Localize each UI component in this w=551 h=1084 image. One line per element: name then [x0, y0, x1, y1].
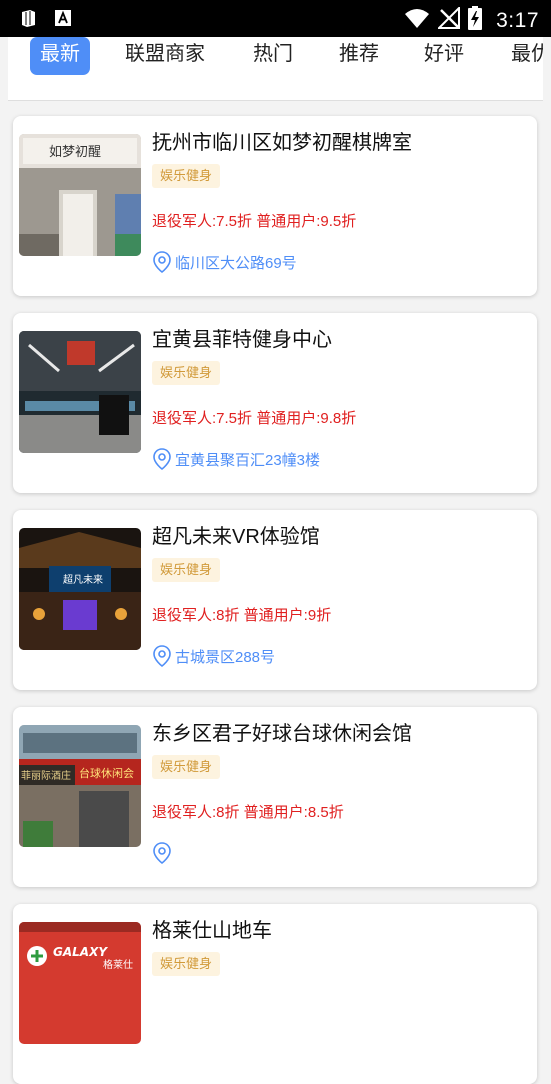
location-pin-icon: [153, 448, 171, 471]
discount-text: 退役军人:7.5折 普通用户:9.5折: [152, 213, 357, 230]
category-tag: 娱乐健身: [152, 361, 221, 385]
no-signal-icon: [436, 5, 461, 34]
sim-card-icon: [20, 9, 37, 32]
category-tag: 娱乐健身: [152, 558, 221, 582]
tab-hot[interactable]: 热门: [253, 37, 293, 75]
store-sign-text: 如梦初醒: [49, 144, 101, 160]
merchant-title: 超凡未来VR体验馆: [152, 526, 320, 548]
tab-latest[interactable]: 最新: [30, 37, 90, 75]
wine-sign-text: 菲丽际酒庄: [21, 769, 71, 782]
merchant-thumbnail: GALAXY 格莱仕: [19, 922, 141, 1044]
category-tabs: 最新 联盟商家 热门 推荐 好评 最优: [8, 37, 543, 101]
merchant-card[interactable]: 如梦初醒 抚州市临川区如梦初醒棋牌室 娱乐健身 退役军人:7.5折 普通用户:9…: [13, 116, 537, 296]
merchant-thumbnail: 超凡未来: [19, 528, 141, 650]
discount-text: 退役军人:7.5折 普通用户:9.8折: [152, 410, 357, 427]
bike-brand-text: GALAXY: [53, 945, 108, 959]
billiards-sign-text: 台球休闲会: [79, 766, 134, 780]
merchant-card[interactable]: 超凡未来 超凡未来VR体验馆 娱乐健身 退役军人:8折 普通用户:9折 古城景区…: [13, 510, 537, 690]
merchant-thumbnail: [19, 331, 141, 453]
merchant-title: 格莱仕山地车: [152, 920, 272, 942]
tab-alliance-merchants[interactable]: 联盟商家: [125, 37, 205, 75]
wifi-icon: [404, 7, 430, 34]
status-bar: 3:17: [0, 0, 551, 37]
battery-charging-icon: [468, 6, 483, 35]
tab-best[interactable]: 最优: [511, 37, 543, 75]
category-tag: 娱乐健身: [152, 755, 221, 779]
merchant-title: 东乡区君子好球台球休闲会馆: [152, 723, 412, 745]
address-text: 临川区大公路69号: [175, 254, 297, 272]
discount-text: 退役军人:8折 普通用户:8.5折: [152, 804, 344, 821]
font-download-icon: [54, 9, 72, 32]
merchant-card[interactable]: 宜黄县菲特健身中心 娱乐健身 退役军人:7.5折 普通用户:9.8折 宜黄县聚百…: [13, 313, 537, 493]
bike-brand-cn-text: 格莱仕: [103, 958, 133, 971]
address-row: [152, 841, 175, 865]
clock: 3:17: [496, 8, 539, 32]
location-pin-icon: [153, 251, 171, 274]
address-row: 临川区大公路69号: [152, 250, 297, 274]
vr-sign-text: 超凡未来: [63, 573, 103, 586]
discount-text: 退役军人:8折 普通用户:9折: [152, 607, 332, 624]
tab-top-rated[interactable]: 好评: [424, 37, 464, 75]
location-pin-icon: [153, 645, 171, 668]
category-tag: 娱乐健身: [152, 952, 221, 976]
location-pin-icon: [153, 842, 171, 865]
merchant-card[interactable]: 台球休闲会 菲丽际酒庄 东乡区君子好球台球休闲会馆 娱乐健身 退役军人:8折 普…: [13, 707, 537, 887]
address-row: 古城景区288号: [152, 644, 275, 668]
merchant-thumbnail: 台球休闲会 菲丽际酒庄: [19, 725, 141, 847]
merchant-title: 抚州市临川区如梦初醒棋牌室: [152, 132, 412, 154]
tab-recommended[interactable]: 推荐: [339, 37, 379, 75]
merchant-card[interactable]: GALAXY 格莱仕 格莱仕山地车 娱乐健身: [13, 904, 537, 1084]
merchant-thumbnail: 如梦初醒: [19, 134, 141, 256]
address-text: 古城景区288号: [175, 648, 276, 666]
address-row: 宜黄县聚百汇23幢3楼: [152, 447, 320, 471]
address-text: 宜黄县聚百汇23幢3楼: [175, 451, 321, 469]
category-tag: 娱乐健身: [152, 164, 221, 188]
merchant-title: 宜黄县菲特健身中心: [152, 329, 332, 351]
